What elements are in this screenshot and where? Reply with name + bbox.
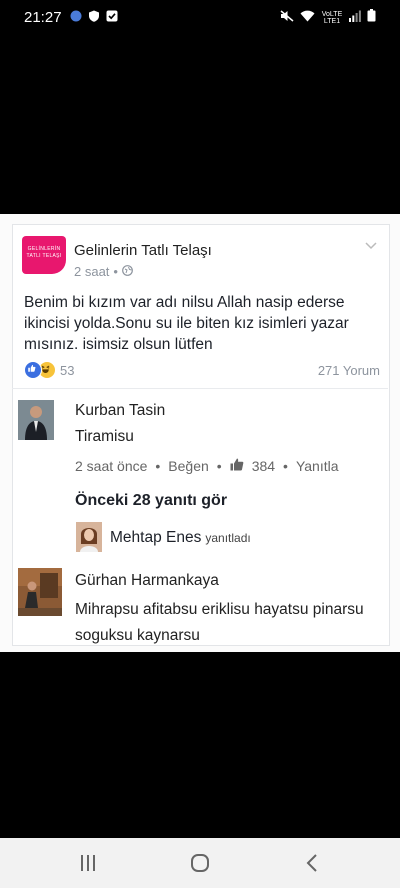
post-meta: 2 saat • xyxy=(74,264,133,279)
back-icon[interactable] xyxy=(305,853,319,873)
meta-separator: • xyxy=(113,264,118,279)
like-button[interactable]: Beğen xyxy=(168,458,208,474)
comment-count[interactable]: 271 Yorum xyxy=(318,363,380,378)
comment-text: Mihrapsu afitabsu eriklisu hayatsu pinar… xyxy=(75,601,364,644)
post-text: Benim bi kızım var adı nilsu Allah nasip… xyxy=(24,294,349,353)
network-label: VoLTE LTE1 xyxy=(321,10,343,25)
avatar[interactable] xyxy=(18,400,54,440)
last-reply-action: yanıtladı xyxy=(205,531,251,545)
like-count[interactable]: 384 xyxy=(252,458,275,474)
comment-author[interactable]: Kurban Tasin xyxy=(75,402,165,420)
see-previous-replies-link[interactable]: Önceki 28 yanıtı gör xyxy=(75,492,227,510)
action-separator: • xyxy=(283,458,288,474)
avatar[interactable] xyxy=(76,522,102,552)
comment-text: Tiramisu xyxy=(75,428,134,445)
home-icon[interactable] xyxy=(190,853,210,873)
reactions-summary[interactable]: 53 xyxy=(24,361,74,379)
page-logo-text: GELİNLERİN TATLI TELAŞI xyxy=(26,246,62,259)
recent-apps-icon[interactable] xyxy=(78,854,98,872)
last-reply-summary[interactable]: Mehtap Enes yanıtladı xyxy=(110,529,251,547)
status-bar: 21:27 VoLTE LTE1 xyxy=(0,0,400,34)
avatar[interactable] xyxy=(18,568,62,616)
comment-actions: 2 saat önce • Beğen • 384 • Yanıtla xyxy=(75,458,339,474)
shield-icon xyxy=(88,9,100,22)
action-separator: • xyxy=(216,458,222,474)
reaction-count: 53 xyxy=(60,362,75,378)
signal-icon xyxy=(349,9,361,26)
app-notification-icon xyxy=(70,9,82,22)
page-logo[interactable]: GELİNLERİN TATLI TELAŞI xyxy=(22,236,66,274)
status-system-icons: VoLTE LTE1 xyxy=(280,9,376,26)
chevron-down-icon[interactable] xyxy=(364,238,378,250)
action-separator: • xyxy=(155,458,161,474)
divider xyxy=(12,388,388,389)
mute-icon xyxy=(280,9,294,26)
thumbs-up-icon xyxy=(230,458,244,474)
like-reaction-icon xyxy=(24,361,42,379)
status-time: 21:27 xyxy=(24,9,62,26)
comment-time: 2 saat önce xyxy=(75,458,148,474)
reply-button[interactable]: Yanıtla xyxy=(296,458,339,474)
battery-icon xyxy=(367,9,376,26)
wifi-icon xyxy=(300,9,315,26)
last-reply-author[interactable]: Mehtap Enes xyxy=(110,529,201,546)
status-notification-icons xyxy=(70,9,118,22)
post-time[interactable]: 2 saat xyxy=(74,264,109,279)
globe-icon xyxy=(122,264,133,279)
page-name[interactable]: Gelinlerin Tatlı Telaşı xyxy=(74,242,212,259)
check-box-icon xyxy=(106,9,118,22)
comment-author[interactable]: Gürhan Harmankaya xyxy=(75,572,219,590)
